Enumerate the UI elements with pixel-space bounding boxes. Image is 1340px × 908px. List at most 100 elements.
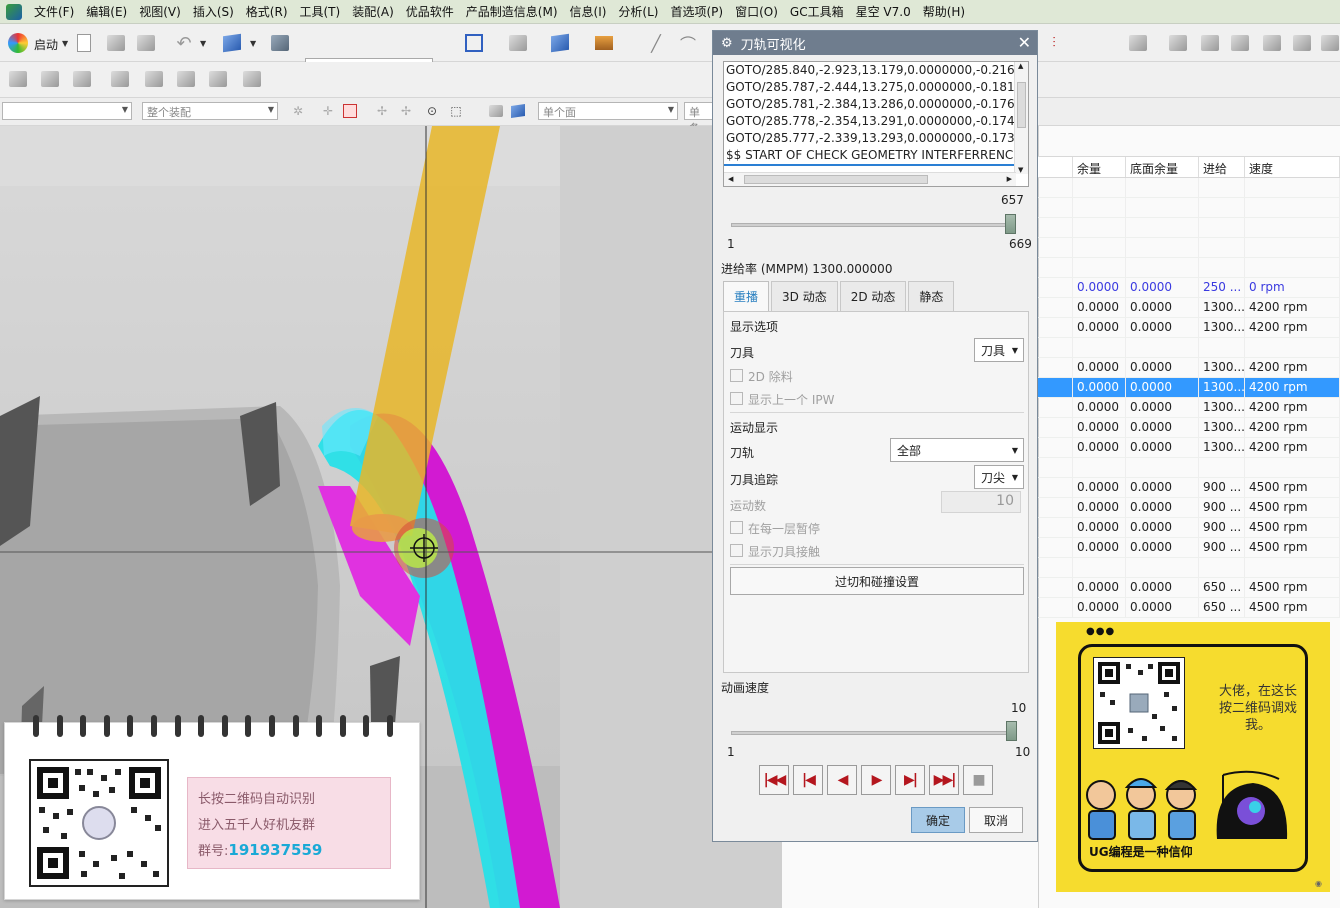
menu-item[interactable]: 格式(R) [240, 0, 294, 24]
code-horizontal-scrollbar[interactable]: ◀ ▶ [724, 172, 1016, 186]
scroll-up-icon[interactable]: ▲ [1018, 62, 1023, 70]
code-vscroll-thumb[interactable] [1017, 82, 1026, 128]
table-row[interactable] [1038, 558, 1340, 578]
menu-item[interactable]: 文件(F) [28, 0, 80, 24]
table-row[interactable] [1038, 178, 1340, 198]
toolpath-dropdown[interactable]: 全部 ▼ [890, 438, 1024, 462]
select-icon-3[interactable] [338, 99, 362, 123]
code-line[interactable]: GOTO/285.781,-2.384,13.286,0.0000000,-0.… [724, 96, 1028, 113]
dimension-icon[interactable]: ⫶ [1042, 31, 1066, 55]
table-row[interactable]: 0.0000 0.0000 1300... 4200 rpm [1038, 298, 1340, 318]
undo-icon[interactable]: ↶ [172, 31, 196, 55]
tool-trace-dropdown[interactable]: 刀尖 ▼ [974, 465, 1024, 489]
body-icon-2[interactable] [506, 99, 530, 123]
table-row[interactable] [1038, 338, 1340, 358]
column-header-feed[interactable]: 进给 [1199, 157, 1245, 177]
tool-dropdown[interactable]: 刀具 ▼ [974, 338, 1024, 362]
fit-view-icon[interactable] [462, 31, 486, 55]
face-rule-combo[interactable]: 单个面 ▼ [538, 102, 678, 120]
select-icon-5[interactable]: ✢ [394, 99, 418, 123]
snap-point-icon[interactable]: ⊙ [420, 99, 444, 123]
table-row[interactable]: 0.0000 0.0000 900 ... 4500 rpm [1038, 498, 1340, 518]
removal-2d-checkbox[interactable] [730, 369, 743, 382]
tab-2d-dynamic[interactable]: 2D 动态 [839, 281, 907, 311]
save-icon[interactable] [134, 31, 158, 55]
menu-item[interactable]: 产品制造信息(M) [460, 0, 564, 24]
table-row[interactable] [1038, 238, 1340, 258]
filter-combo[interactable]: ▼ [2, 102, 132, 120]
table-row[interactable]: 0.0000 0.0000 1300... 4200 rpm [1038, 438, 1340, 458]
rewind-to-start-button[interactable]: |◀◀ [759, 765, 789, 795]
select-icon-2[interactable]: ✛ [316, 99, 340, 123]
feature-icon-2[interactable] [1166, 31, 1190, 55]
table-row[interactable] [1038, 258, 1340, 278]
feature-icon-1[interactable] [1126, 31, 1150, 55]
scroll-down-icon[interactable]: ▼ [1018, 166, 1023, 174]
position-slider-thumb[interactable] [1004, 214, 1016, 234]
arc-icon[interactable]: ⌒ [676, 31, 700, 55]
tab-3d-dynamic[interactable]: 3D 动态 [771, 281, 838, 311]
tool-hammer-icon[interactable] [142, 67, 166, 91]
table-row[interactable]: 0.0000 0.0000 1300... 4200 rpm [1038, 418, 1340, 438]
step-back-button[interactable]: |◀ [793, 765, 823, 795]
scroll-left-icon[interactable]: ◀ [728, 175, 733, 183]
layer-stack-icon[interactable] [38, 67, 62, 91]
line-icon[interactable]: ╱ [644, 31, 668, 55]
table-row[interactable]: 0.0000 0.0000 250 ... 0 rpm [1038, 278, 1340, 298]
start-icon[interactable] [6, 31, 30, 55]
part-dropdown-icon[interactable]: ▼ [250, 39, 256, 48]
menu-item[interactable]: 分析(L) [612, 0, 664, 24]
table-row[interactable]: 0.0000 0.0000 900 ... 4500 rpm [1038, 518, 1340, 538]
code-hscroll-thumb[interactable] [744, 175, 928, 184]
start-dropdown-icon[interactable]: ▼ [62, 39, 68, 48]
box-select-icon[interactable]: ⬚ [444, 99, 468, 123]
body-icon-1[interactable] [484, 99, 508, 123]
table-row[interactable]: 0.0000 0.0000 900 ... 4500 rpm [1038, 538, 1340, 558]
start-button[interactable]: 启动 [34, 36, 58, 53]
step-forward-button[interactable]: ▶| [895, 765, 925, 795]
menu-item[interactable]: 首选项(P) [664, 0, 729, 24]
code-line[interactable]: GOTO/285.787,-2.444,13.275,0.0000000,-0.… [724, 79, 1028, 96]
table-icon[interactable] [70, 67, 94, 91]
table-row[interactable]: 0.0000 0.0000 1300... 4200 rpm [1038, 378, 1340, 398]
column-header-floor-stock[interactable]: 底面余量 [1126, 157, 1199, 177]
motion-count-input[interactable]: 10 [941, 491, 1021, 513]
tool-wrench-icon[interactable] [174, 67, 198, 91]
cancel-button[interactable]: 取消 [969, 807, 1023, 833]
show-tool-contact-checkbox[interactable] [730, 544, 743, 557]
info-icon[interactable] [268, 31, 292, 55]
speed-slider-thumb[interactable] [1006, 721, 1017, 741]
code-vertical-scrollbar[interactable]: ▲ ▼ [1014, 62, 1028, 174]
menu-item[interactable]: GC工具箱 [784, 0, 850, 24]
table-row[interactable] [1038, 198, 1340, 218]
feature-icon-4[interactable] [1228, 31, 1252, 55]
feature-icon-6[interactable] [1290, 31, 1314, 55]
menu-item[interactable]: 视图(V) [133, 0, 187, 24]
code-line[interactable]: GOTO/285.840,-2.923,13.179,0.0000000,-0.… [724, 62, 1028, 79]
table-row[interactable] [1038, 458, 1340, 478]
dialog-title-bar[interactable]: ⚙ 刀轨可视化 [713, 31, 1037, 55]
feature-icon-3[interactable] [1198, 31, 1222, 55]
menu-item[interactable]: 优品软件 [400, 0, 460, 24]
new-file-icon[interactable] [72, 31, 96, 55]
column-header-stock[interactable]: 余量 [1073, 157, 1126, 177]
play-forward-button[interactable]: ▶ [861, 765, 891, 795]
fast-forward-to-end-button[interactable]: ▶▶| [929, 765, 959, 795]
menu-item[interactable]: 帮助(H) [917, 0, 971, 24]
feature-icon-5[interactable] [1260, 31, 1284, 55]
tab-replay[interactable]: 重播 [723, 281, 770, 311]
code-line[interactable]: $$ START OF CHECK GEOMETRY INTERFERRENC [724, 147, 1028, 166]
gouge-collision-settings-button[interactable]: 过切和碰撞设置 [730, 567, 1024, 595]
menu-item[interactable]: 装配(A) [346, 0, 400, 24]
tool-gear-icon[interactable] [206, 67, 230, 91]
table-row[interactable]: 0.0000 0.0000 1300... 4200 rpm [1038, 358, 1340, 378]
measure-icon[interactable] [108, 67, 132, 91]
pause-each-layer-checkbox[interactable] [730, 521, 743, 534]
open-folder-icon[interactable] [104, 31, 128, 55]
close-icon[interactable]: ✕ [1018, 33, 1031, 52]
undo-dropdown-icon[interactable]: ▼ [200, 39, 206, 48]
select-icon-4[interactable]: ✢ [370, 99, 394, 123]
table-row[interactable]: 0.0000 0.0000 1300... 4200 rpm [1038, 398, 1340, 418]
tool-text-icon[interactable] [240, 67, 264, 91]
scroll-right-icon[interactable]: ▶ [1007, 175, 1012, 183]
